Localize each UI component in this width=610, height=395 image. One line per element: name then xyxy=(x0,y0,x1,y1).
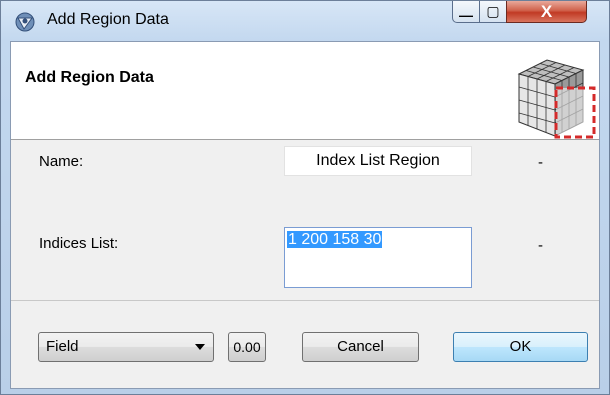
field-select[interactable]: Field xyxy=(38,332,214,362)
maximize-icon: ▢ xyxy=(486,3,500,19)
cube-region-icon xyxy=(517,59,596,139)
indices-status: - xyxy=(538,237,543,254)
name-field[interactable]: Index List Region xyxy=(284,146,472,176)
indices-label: Indices List: xyxy=(39,235,119,252)
dialog-header: Add Region Data xyxy=(11,42,599,140)
name-label: Name: xyxy=(39,153,84,170)
chevron-down-icon xyxy=(195,344,205,350)
indices-field[interactable]: 1 200 158 30 xyxy=(284,227,472,288)
window-title: Add Region Data xyxy=(47,11,169,28)
header-title: Add Region Data xyxy=(25,69,154,86)
minimize-icon: — xyxy=(459,7,473,23)
footer-divider xyxy=(11,300,599,301)
close-button[interactable]: X xyxy=(506,1,587,23)
ok-button[interactable]: OK xyxy=(453,332,588,362)
dialog-window: Add Region Data — ▢ X Add Region Data Na… xyxy=(0,0,610,395)
value-button[interactable]: 0.00 xyxy=(228,332,266,362)
cancel-button[interactable]: Cancel xyxy=(302,332,419,362)
dialog-body: Add Region Data Name: Index List Region … xyxy=(10,41,600,389)
name-status: - xyxy=(538,154,543,171)
close-icon: X xyxy=(540,2,553,21)
app-icon xyxy=(15,12,35,32)
field-select-value: Field xyxy=(46,338,79,355)
minimize-button[interactable]: — xyxy=(452,1,480,23)
title-bar[interactable]: Add Region Data — ▢ X xyxy=(1,1,609,41)
indices-value: 1 200 158 30 xyxy=(287,231,383,248)
maximize-button[interactable]: ▢ xyxy=(479,1,507,23)
